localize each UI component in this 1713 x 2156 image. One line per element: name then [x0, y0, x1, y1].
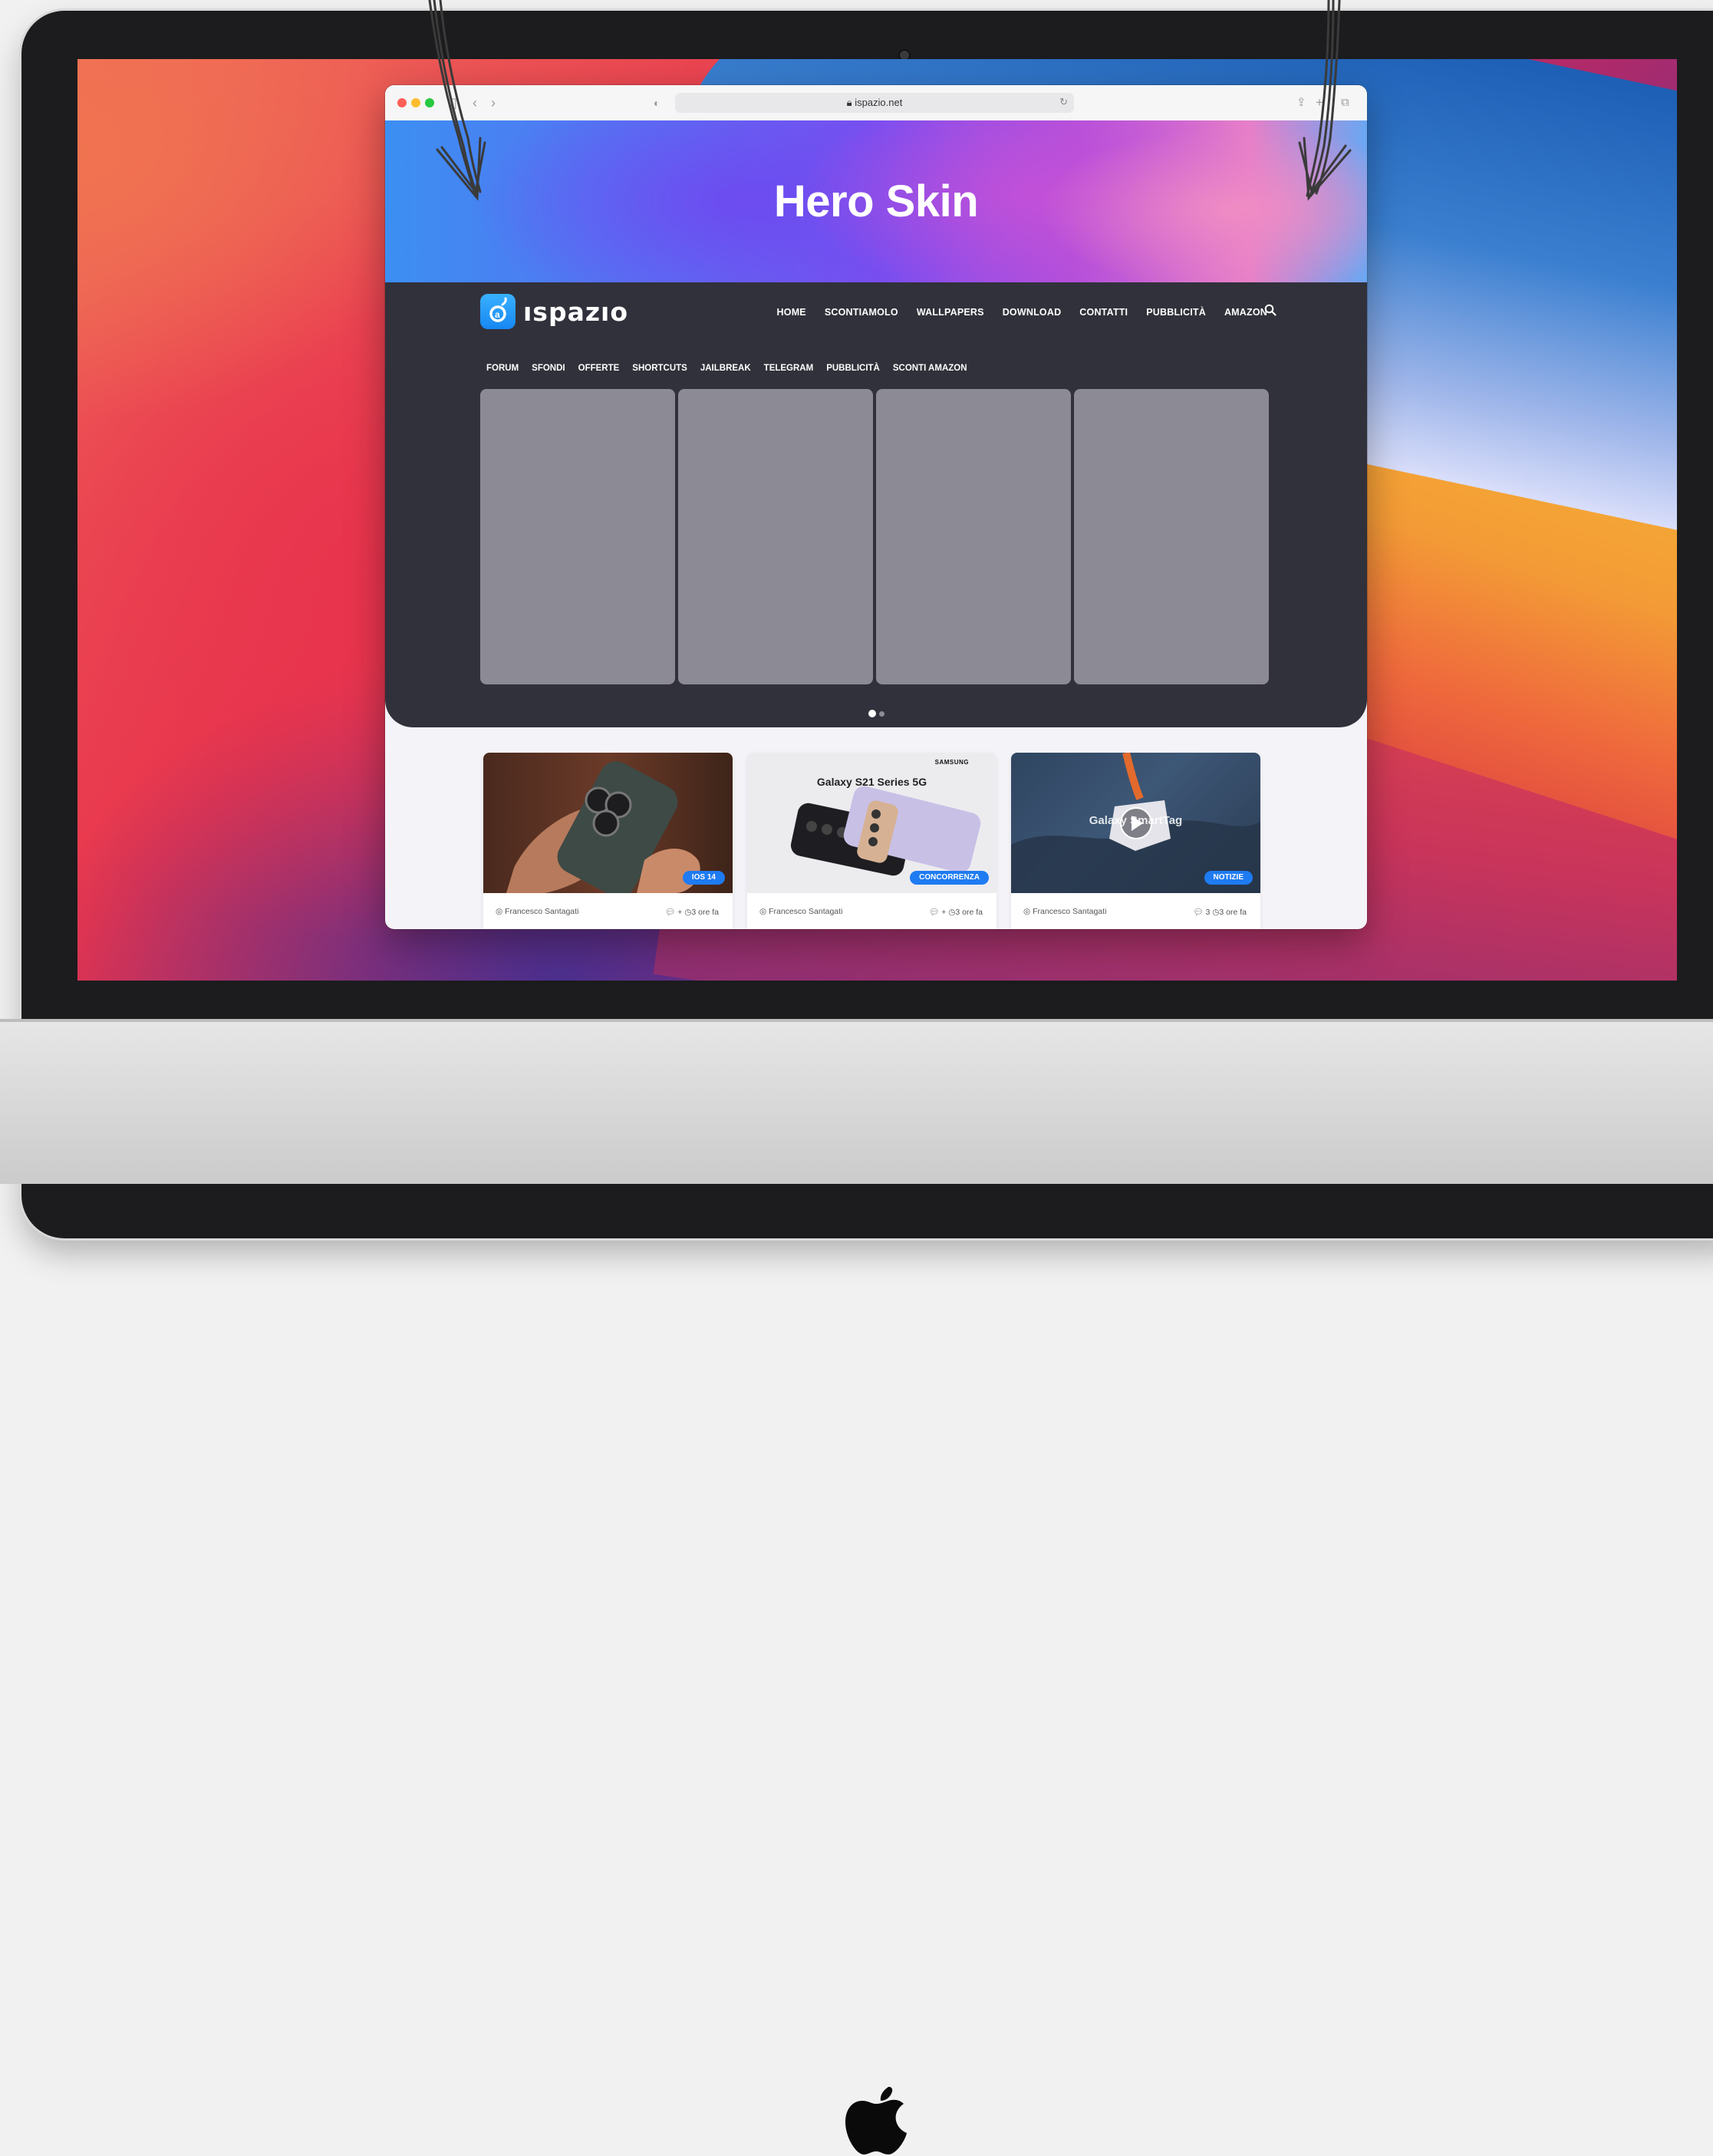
article-card[interactable]: IOS 14 ◎ Francesco Santagati 💬︎ + ◷3 ore…: [483, 753, 733, 929]
author-name[interactable]: Francesco Santagati: [769, 907, 842, 916]
privacy-shield-icon[interactable]: ◐: [654, 94, 660, 111]
nav-home[interactable]: HOME: [777, 307, 806, 318]
reload-icon[interactable]: ↻: [1059, 96, 1068, 108]
category-badge[interactable]: CONCORRENZA: [910, 871, 989, 885]
nav-pubblicita[interactable]: PUBBLICITÀ: [1146, 307, 1206, 318]
nav-amazon[interactable]: AMAZON: [1224, 307, 1267, 318]
comment-count[interactable]: +: [677, 908, 682, 917]
post-time: 3 ore fa: [1219, 908, 1247, 917]
browser-titlebar: ▯ ‹ › ◐ 🔒︎ ispazio.net ↻ ⇪ + ⧉: [385, 85, 1367, 121]
apple-logo-icon: [845, 2086, 907, 2154]
annotation-arrow-left: [428, 0, 486, 201]
search-icon[interactable]: [1264, 304, 1277, 316]
category-badge[interactable]: NOTIZIE: [1204, 871, 1253, 885]
post-time: 3 ore fa: [691, 908, 719, 917]
logo-badge-icon: a: [480, 294, 516, 329]
annotation-arrow-right: [1298, 0, 1352, 201]
post-time: 3 ore fa: [955, 908, 983, 917]
featured-slider: [480, 389, 1269, 684]
subnav-shortcuts[interactable]: SHORTCUTS: [632, 364, 687, 373]
comments-icon: 💬︎: [928, 908, 942, 917]
subnav-sfondi[interactable]: SFONDI: [532, 364, 565, 373]
nav-contatti[interactable]: CONTATTI: [1079, 307, 1128, 318]
slide-placeholder[interactable]: [1074, 389, 1269, 684]
secondary-navigation: FORUM SFONDI OFFERTE SHORTCUTS JAILBREAK…: [486, 364, 980, 373]
comment-count[interactable]: 3: [1205, 908, 1210, 917]
clock-icon: ◷: [684, 908, 692, 917]
hero-title: Hero Skin: [773, 176, 979, 226]
slider-dot[interactable]: [879, 710, 885, 717]
subnav-jailbreak[interactable]: JAILBREAK: [700, 364, 751, 373]
slide-placeholder[interactable]: [678, 389, 873, 684]
category-badge[interactable]: IOS 14: [682, 871, 725, 885]
nav-wallpapers[interactable]: WALLPAPERS: [917, 307, 984, 318]
hero-skin-banner: Hero Skin: [385, 120, 1367, 282]
browser-window: ▯ ‹ › ◐ 🔒︎ ispazio.net ↻ ⇪ + ⧉ Hero Skin…: [385, 85, 1367, 929]
main-navigation: HOME SCONTIAMOLO WALLPAPERS DOWNLOAD CON…: [759, 307, 1267, 318]
clock-icon: ◷: [1212, 908, 1220, 917]
site-logo[interactable]: a ıspazıo: [480, 294, 628, 329]
author-icon: ◎: [496, 907, 506, 916]
article-card[interactable]: Galaxy SmartTag NOTIZIE ◎ Francesco Sant…: [1011, 753, 1260, 929]
address-bar[interactable]: 🔒︎ ispazio.net ↻: [675, 93, 1074, 113]
nav-scontiamolo[interactable]: SCONTIAMOLO: [825, 307, 898, 318]
clock-icon: ◷: [948, 908, 956, 917]
subnav-telegram[interactable]: TELEGRAM: [764, 364, 814, 373]
lock-icon: 🔒︎: [846, 97, 855, 108]
comments-icon: 💬︎: [1193, 908, 1206, 917]
comments-icon: 💬︎: [664, 908, 678, 917]
svg-text:a: a: [495, 309, 500, 320]
slide-placeholder[interactable]: [480, 389, 675, 684]
author-name[interactable]: Francesco Santagati: [1033, 907, 1106, 916]
url-text: ispazio.net: [855, 97, 903, 108]
imac-chin: [0, 1019, 1713, 2154]
author-icon: ◎: [1023, 907, 1033, 916]
subnav-sconti-amazon[interactable]: SCONTI AMAZON: [893, 364, 967, 373]
slide-placeholder[interactable]: [876, 389, 1071, 684]
subnav-pubblicita[interactable]: PUBBLICITÀ: [826, 364, 880, 373]
subnav-forum[interactable]: FORUM: [486, 364, 519, 373]
slider-dot-active[interactable]: [868, 710, 876, 717]
close-window-button[interactable]: [397, 98, 407, 107]
author-icon: ◎: [759, 907, 769, 916]
author-name[interactable]: Francesco Santagati: [505, 907, 578, 916]
logo-wordmark: ıspazıo: [523, 297, 629, 327]
nav-download[interactable]: DOWNLOAD: [1003, 307, 1062, 318]
image-title-text: Galaxy SmartTag: [1089, 814, 1183, 827]
site-header-block: a ıspazıo HOME SCONTIAMOLO WALLPAPERS DO…: [385, 282, 1367, 727]
comment-count[interactable]: +: [941, 908, 946, 917]
subnav-offerte[interactable]: OFFERTE: [578, 364, 620, 373]
article-card[interactable]: SAMSUNG Galaxy S21 Series 5G CONCORRENZA…: [747, 753, 997, 929]
